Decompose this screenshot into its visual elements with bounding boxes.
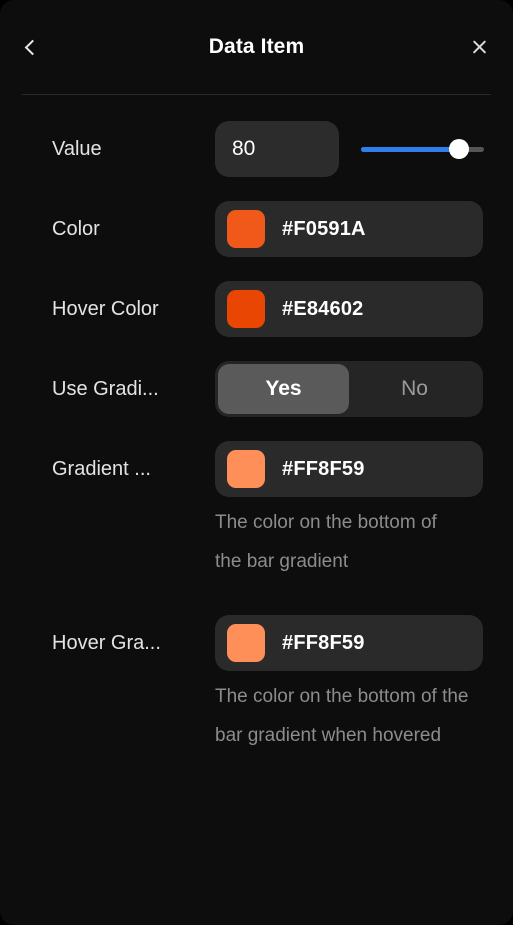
panel-body: Value Color #F0591A	[0, 95, 513, 755]
control-gradient-color: #FF8F59	[215, 441, 483, 497]
slider-thumb[interactable]	[449, 139, 470, 159]
color-picker-hover-gradient-color[interactable]: #FF8F59	[215, 615, 483, 671]
slider-fill	[361, 146, 460, 152]
back-button[interactable]	[10, 26, 52, 68]
close-button[interactable]	[459, 27, 499, 67]
chevron-left-icon	[24, 39, 41, 55]
control-color: #F0591A	[215, 201, 483, 257]
color-hex-value: #F0591A	[282, 217, 366, 240]
value-slider[interactable]	[361, 121, 484, 177]
slider-track[interactable]	[361, 139, 484, 159]
color-picker-gradient-color[interactable]: #FF8F59	[215, 441, 483, 497]
panel-header: Data Item	[0, 0, 513, 94]
value-input[interactable]	[215, 121, 339, 177]
field-row-hover-gradient-color: Hover Gra... #FF8F59	[0, 615, 513, 671]
gradient-color-swatch[interactable]	[227, 450, 265, 488]
field-row-color: Color #F0591A	[0, 201, 513, 257]
color-picker-color[interactable]: #F0591A	[215, 201, 483, 257]
hover-gradient-color-swatch[interactable]	[227, 624, 265, 662]
control-value	[215, 121, 484, 177]
color-picker-hover-color[interactable]: #E84602	[215, 281, 483, 337]
label-color: Color	[52, 218, 100, 240]
control-hover-color: #E84602	[215, 281, 483, 337]
close-icon	[471, 39, 488, 56]
toggle-option-yes[interactable]: Yes	[218, 364, 349, 414]
control-use-gradient: Yes No	[215, 361, 483, 417]
hover-gradient-color-description-row: The color on the bottom of the bar gradi…	[0, 671, 513, 755]
label-hover-gradient-color: Hover Gra...	[52, 632, 161, 654]
hover-gradient-color-hex-value: #FF8F59	[282, 631, 365, 654]
label-hover-color: Hover Color	[52, 298, 159, 320]
hover-gradient-color-description: The color on the bottom of the bar gradi…	[215, 686, 469, 746]
gradient-color-description: The color on the bottom of the bar gradi…	[215, 512, 437, 572]
field-row-use-gradient: Use Gradi... Yes No	[0, 361, 513, 417]
field-row-value: Value	[0, 121, 513, 177]
gradient-color-hex-value: #FF8F59	[282, 457, 365, 480]
data-item-panel: Data Item Value Color	[0, 0, 513, 925]
page-title: Data Item	[208, 35, 305, 58]
control-hover-gradient-color: #FF8F59	[215, 615, 483, 671]
label-value: Value	[52, 138, 102, 160]
toggle-option-no[interactable]: No	[349, 364, 480, 414]
label-gradient-color: Gradient ...	[52, 458, 151, 480]
gradient-color-description-row: The color on the bottom of the bar gradi…	[0, 497, 513, 581]
desc-spacer-2	[52, 671, 215, 755]
hover-color-swatch[interactable]	[227, 290, 265, 328]
label-use-gradient: Use Gradi...	[52, 378, 159, 400]
field-row-gradient-color: Gradient ... #FF8F59	[0, 441, 513, 497]
use-gradient-toggle: Yes No	[215, 361, 483, 417]
hover-color-hex-value: #E84602	[282, 297, 364, 320]
field-row-hover-color: Hover Color #E84602	[0, 281, 513, 337]
desc-spacer	[52, 497, 215, 581]
color-swatch[interactable]	[227, 210, 265, 248]
